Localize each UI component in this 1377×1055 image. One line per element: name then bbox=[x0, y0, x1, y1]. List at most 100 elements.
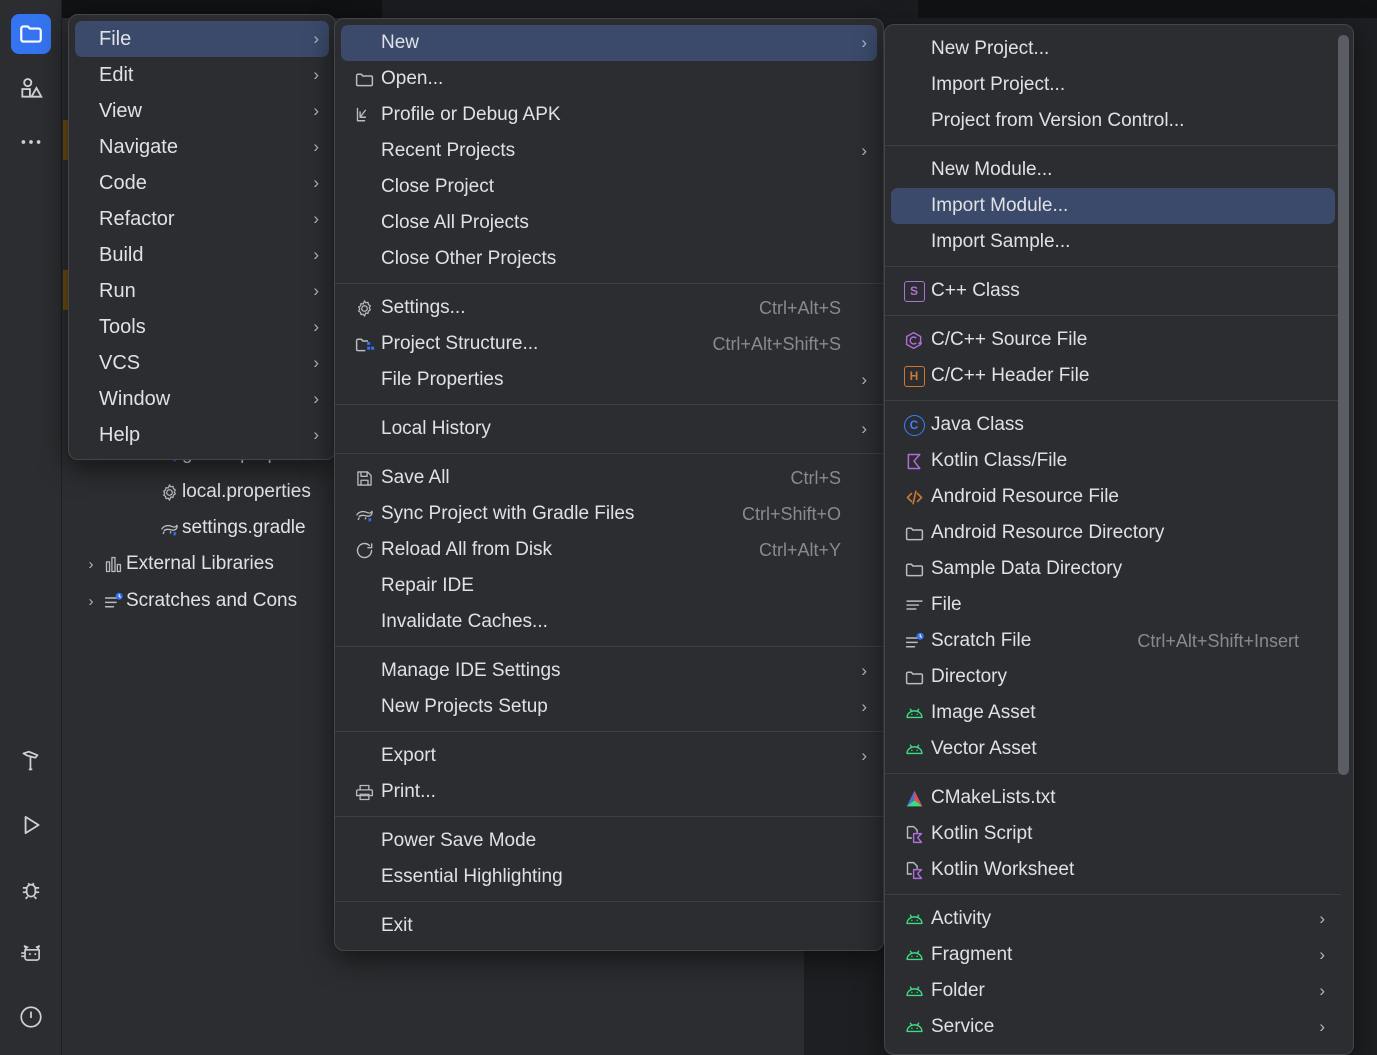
main-menu-item-code[interactable]: Code › bbox=[75, 165, 329, 201]
chevron-right-icon: › bbox=[1319, 1017, 1325, 1036]
main-menu-item-tools[interactable]: Tools › bbox=[75, 309, 329, 345]
new-menu-item-import-project[interactable]: Import Project... bbox=[891, 67, 1335, 103]
new-submenu-popup[interactable]: New Project... Import Project... Project f… bbox=[884, 24, 1354, 1055]
main-menu-item-file[interactable]: File › bbox=[75, 21, 329, 57]
new-menu-item-new-module[interactable]: New Module... bbox=[891, 152, 1335, 188]
kotlin-script-icon bbox=[899, 824, 929, 845]
file-menu-item-power-save-mode[interactable]: Power Save Mode bbox=[341, 823, 877, 859]
new-menu-item-service[interactable]: Service › bbox=[891, 1009, 1335, 1045]
new-menu-items: New Project... Import Project... Project f… bbox=[885, 31, 1341, 1045]
menu-item-label: New bbox=[381, 32, 420, 53]
new-menu-item-c-class[interactable]: S C++ Class bbox=[891, 273, 1335, 309]
file-menu-item-settings[interactable]: Settings... Ctrl+Alt+S bbox=[341, 290, 877, 326]
c-header-icon: H bbox=[899, 365, 929, 387]
menu-item-label: New Projects Setup bbox=[381, 696, 548, 717]
file-menu-item-close-all-projects[interactable]: Close All Projects bbox=[341, 205, 877, 241]
file-menu-item-repair-ide[interactable]: Repair IDE bbox=[341, 568, 877, 604]
chevron-right-icon[interactable]: › bbox=[82, 556, 100, 573]
new-menu-item-folder[interactable]: Folder › bbox=[891, 973, 1335, 1009]
file-menu-item-manage-ide-settings[interactable]: Manage IDE Settings › bbox=[341, 653, 877, 689]
file-menu-item-close-other-projects[interactable]: Close Other Projects bbox=[341, 241, 877, 277]
menu-item-label: Close All Projects bbox=[381, 212, 529, 233]
chevron-right-icon: › bbox=[313, 281, 319, 300]
project-folder-icon[interactable] bbox=[10, 14, 51, 54]
build-hammer-icon[interactable] bbox=[11, 741, 51, 781]
file-menu-item-profile-or-debug-apk[interactable]: Profile or Debug APK bbox=[341, 97, 877, 133]
main-menu-item-navigate[interactable]: Navigate › bbox=[75, 129, 329, 165]
new-menu-item-project-from-version-control[interactable]: Project from Version Control... bbox=[891, 103, 1335, 139]
main-menu-item-run[interactable]: Run › bbox=[75, 273, 329, 309]
main-menu-item-build[interactable]: Build › bbox=[75, 237, 329, 273]
new-menu-item-cmakelists-txt[interactable]: CMakeLists.txt bbox=[891, 780, 1335, 816]
new-menu-item-scratch-file[interactable]: Scratch File Ctrl+Alt+Shift+Insert bbox=[891, 623, 1335, 659]
file-menu-item-local-history[interactable]: Local History › bbox=[341, 411, 877, 447]
new-menu-item-import-sample[interactable]: Import Sample... bbox=[891, 224, 1335, 260]
new-menu-item-import-module[interactable]: Import Module... bbox=[891, 188, 1335, 224]
main-menu-item-view[interactable]: View › bbox=[75, 93, 329, 129]
run-play-icon[interactable] bbox=[11, 805, 51, 845]
menu-item-label: Directory bbox=[931, 666, 1008, 687]
file-menu-item-print[interactable]: Print... bbox=[341, 774, 877, 810]
file-menu-item-new-projects-setup[interactable]: New Projects Setup › bbox=[341, 689, 877, 725]
menu-item-label: Print... bbox=[381, 781, 436, 802]
new-menu-item-activity[interactable]: Activity › bbox=[891, 901, 1335, 937]
menu-item-label: Sync Project with Gradle Files bbox=[381, 503, 635, 524]
file-menu-item-sync-project-with-gradle-files[interactable]: Sync Project with Gradle Files Ctrl+Shift… bbox=[341, 496, 877, 532]
file-menu-item-new[interactable]: New › bbox=[341, 25, 877, 61]
project-tree-row[interactable]: settings.gradle bbox=[138, 514, 306, 542]
menu-separator bbox=[335, 283, 883, 284]
project-tree-row[interactable]: local.properties bbox=[138, 478, 311, 506]
main-menu-popup[interactable]: File › Edit › View › Navigate › Code › Refactor › Bu… bbox=[68, 14, 336, 460]
file-menu-item-invalidate-caches[interactable]: Invalidate Caches... bbox=[341, 604, 877, 640]
file-menu-item-file-properties[interactable]: File Properties › bbox=[341, 362, 877, 398]
main-menu-item-edit[interactable]: Edit › bbox=[75, 57, 329, 93]
file-menu-item-reload-all-from-disk[interactable]: Reload All from Disk Ctrl+Alt+Y bbox=[341, 532, 877, 568]
file-menu-item-recent-projects[interactable]: Recent Projects › bbox=[341, 133, 877, 169]
file-menu-item-open[interactable]: Open... bbox=[341, 61, 877, 97]
more-tool-windows-icon[interactable] bbox=[11, 122, 51, 162]
new-menu-item-kotlin-worksheet[interactable]: Kotlin Worksheet bbox=[891, 852, 1335, 888]
project-tree-row[interactable]: › Scratches and Cons bbox=[82, 587, 298, 615]
file-menu-item-save-all[interactable]: Save All Ctrl+S bbox=[341, 460, 877, 496]
new-menu-item-kotlin-script[interactable]: Kotlin Script bbox=[891, 816, 1335, 852]
chevron-right-icon[interactable]: › bbox=[82, 593, 100, 610]
new-menu-item-new-project[interactable]: New Project... bbox=[891, 31, 1335, 67]
new-menu-item-image-asset[interactable]: Image Asset bbox=[891, 695, 1335, 731]
file-menu-item-essential-highlighting[interactable]: Essential Highlighting bbox=[341, 859, 877, 895]
menu-item-label: VCS bbox=[99, 351, 141, 374]
new-menu-item-c-c-source-file[interactable]: C/C++ Source File bbox=[891, 322, 1335, 358]
debug-bug-icon[interactable] bbox=[11, 869, 51, 909]
folder-icon bbox=[349, 69, 379, 90]
new-menu-item-java-class[interactable]: C Java Class bbox=[891, 407, 1335, 443]
file-menu-item-exit[interactable]: Exit bbox=[341, 908, 877, 944]
new-menu-item-file[interactable]: File bbox=[891, 587, 1335, 623]
properties-gear-icon bbox=[156, 482, 182, 503]
new-menu-item-android-resource-directory[interactable]: Android Resource Directory bbox=[891, 515, 1335, 551]
new-menu-item-c-c-header-file[interactable]: H C/C++ Header File bbox=[891, 358, 1335, 394]
main-menu-item-vcs[interactable]: VCS › bbox=[75, 345, 329, 381]
logcat-cat-icon[interactable] bbox=[11, 933, 51, 973]
file-menu-item-export[interactable]: Export › bbox=[341, 738, 877, 774]
chevron-right-icon: › bbox=[861, 370, 867, 389]
file-menu-item-project-structure[interactable]: Project Structure... Ctrl+Alt+Shift+S bbox=[341, 326, 877, 362]
new-menu-item-sample-data-directory[interactable]: Sample Data Directory bbox=[891, 551, 1335, 587]
main-menu-item-help[interactable]: Help › bbox=[75, 417, 329, 453]
problems-warning-icon[interactable] bbox=[11, 997, 51, 1037]
menu-separator bbox=[885, 145, 1341, 146]
new-menu-item-vector-asset[interactable]: Vector Asset bbox=[891, 731, 1335, 767]
new-menu-item-fragment[interactable]: Fragment › bbox=[891, 937, 1335, 973]
folder-icon bbox=[899, 667, 929, 688]
project-tree-row[interactable]: › External Libraries bbox=[82, 550, 274, 578]
resource-manager-icon[interactable] bbox=[11, 68, 51, 108]
file-menu-popup[interactable]: New › Open... Profile or Debug APK Recent Pr… bbox=[334, 18, 884, 951]
cmake-icon bbox=[899, 788, 929, 809]
menu-separator bbox=[335, 731, 883, 732]
main-menu-item-refactor[interactable]: Refactor › bbox=[75, 201, 329, 237]
new-menu-item-kotlin-class-file[interactable]: Kotlin Class/File bbox=[891, 443, 1335, 479]
main-menu-item-window[interactable]: Window › bbox=[75, 381, 329, 417]
file-menu-item-close-project[interactable]: Close Project bbox=[341, 169, 877, 205]
new-menu-item-directory[interactable]: Directory bbox=[891, 659, 1335, 695]
new-menu-scrollbar[interactable] bbox=[1338, 29, 1351, 1052]
new-menu-item-android-resource-file[interactable]: Android Resource File bbox=[891, 479, 1335, 515]
new-menu-scrollbar-thumb[interactable] bbox=[1338, 35, 1349, 775]
